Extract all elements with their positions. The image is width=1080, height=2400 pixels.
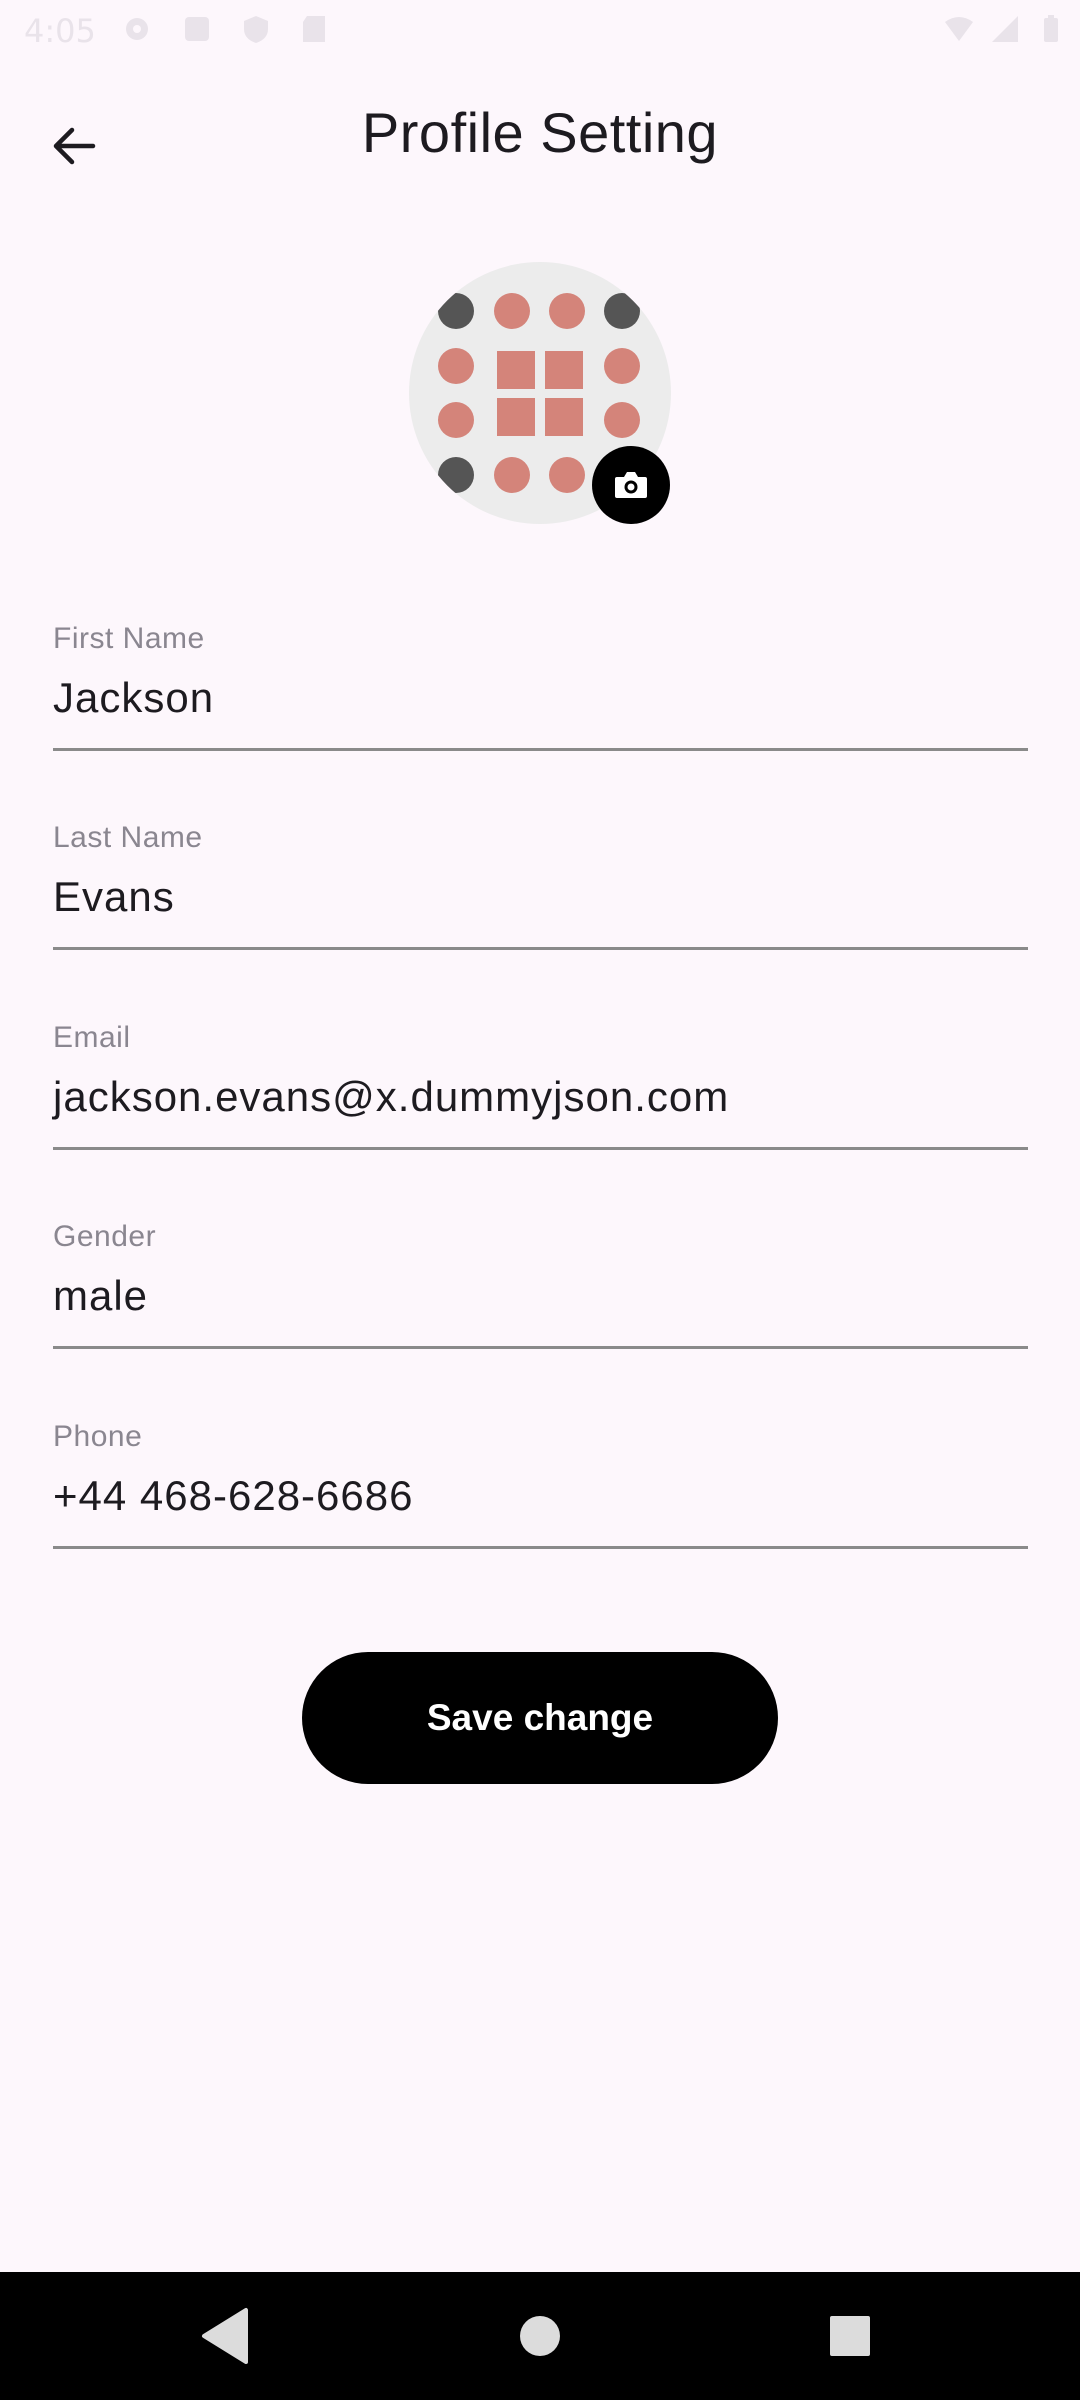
system-nav-bar [0, 2272, 1080, 2400]
signal-icon [992, 16, 1018, 42]
email-field[interactable]: Email jackson.evans@x.dummyjson.com [53, 1021, 1028, 1150]
recents-square-icon[interactable] [816, 2302, 884, 2370]
camera-icon [615, 472, 647, 498]
last-name-field[interactable]: Last Name Evans [53, 821, 1028, 950]
last-name-input[interactable]: Evans [53, 873, 1028, 921]
first-name-field[interactable]: First Name Jackson [53, 622, 1028, 751]
shield-icon [244, 16, 268, 43]
page-title: Profile Setting [361, 101, 719, 164]
wifi-icon [945, 17, 973, 41]
phone-label: Phone [53, 1420, 143, 1453]
last-name-label: Last Name [53, 821, 203, 854]
a-icon [185, 17, 209, 41]
gender-field[interactable]: Gender male [53, 1220, 1028, 1349]
phone-field[interactable]: Phone +44 468-628-6686 [53, 1420, 1028, 1549]
sd-card-icon [303, 16, 325, 42]
status-time: 4:05 [24, 12, 96, 50]
change-photo-button[interactable] [592, 446, 670, 524]
home-circle-icon[interactable] [506, 2302, 574, 2370]
avatar-container [409, 262, 671, 524]
first-name-input[interactable]: Jackson [53, 674, 1028, 722]
status-bar: 4:05 [0, 0, 1080, 62]
phone-input[interactable]: +44 468-628-6686 [53, 1472, 1028, 1520]
email-input[interactable]: jackson.evans@x.dummyjson.com [53, 1073, 1028, 1121]
email-label: Email [53, 1021, 131, 1054]
battery-icon [1044, 15, 1058, 42]
first-name-label: First Name [53, 622, 205, 655]
app-bar: Profile Setting [0, 62, 1080, 212]
back-triangle-icon[interactable] [190, 2302, 258, 2370]
save-change-button[interactable]: Save change [302, 1652, 778, 1784]
gender-label: Gender [53, 1220, 157, 1253]
settings-icon [126, 18, 148, 40]
gender-input[interactable]: male [53, 1272, 1028, 1320]
